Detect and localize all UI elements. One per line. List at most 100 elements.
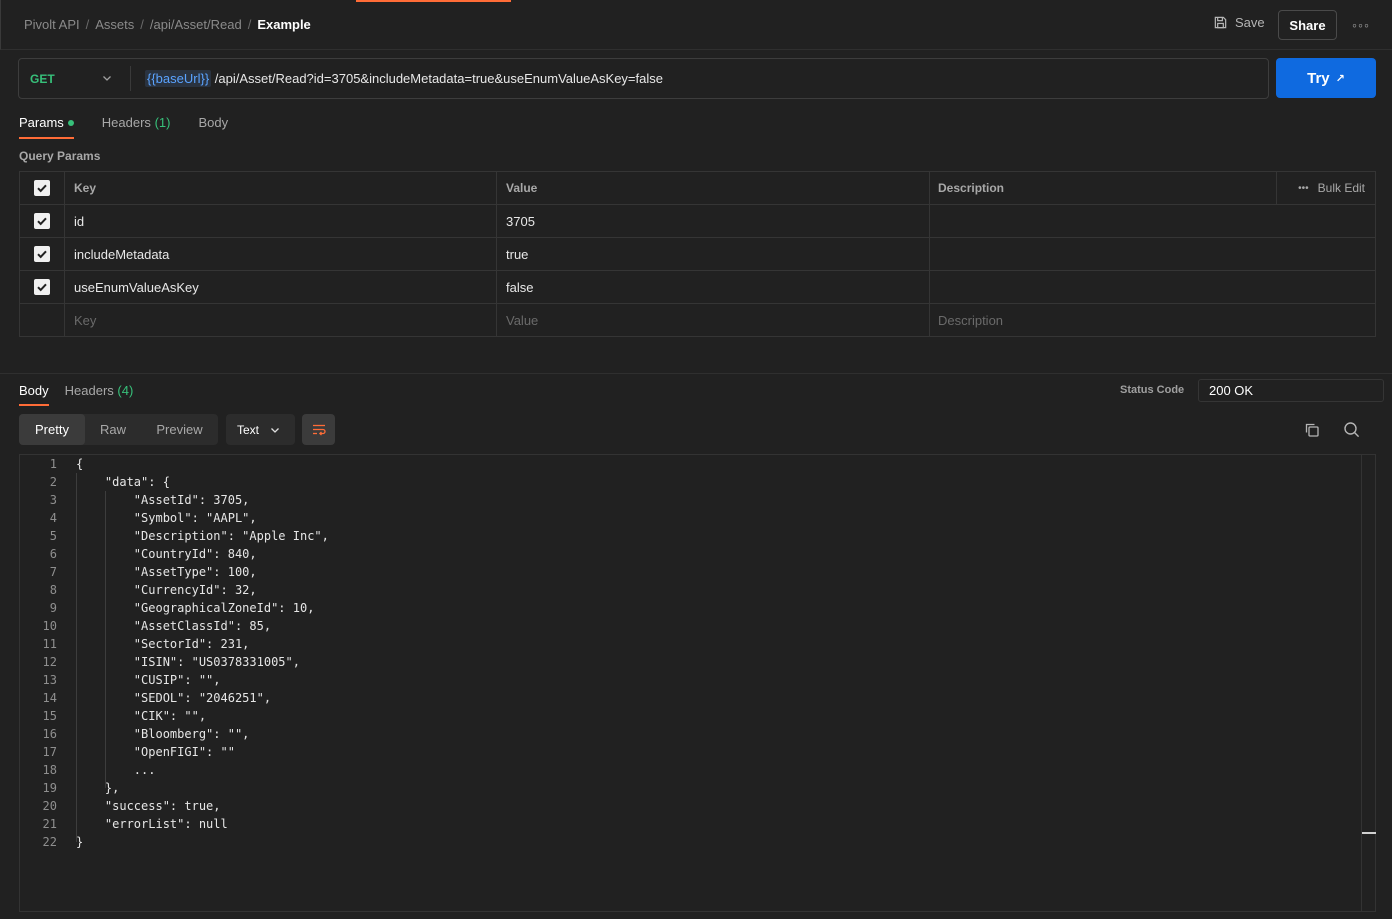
- bulk-edit-button[interactable]: ••• Bulk Edit: [1276, 172, 1375, 204]
- tab-headers[interactable]: Headers (1): [102, 115, 171, 139]
- param-key[interactable]: useEnumValueAsKey: [65, 271, 497, 303]
- tab-body[interactable]: Body: [198, 115, 228, 139]
- param-key[interactable]: includeMetadata: [65, 238, 497, 270]
- check-icon: [37, 184, 47, 193]
- select-all-checkbox[interactable]: [34, 180, 50, 196]
- code-content[interactable]: { "data": { "AssetId": 3705, "Symbol": "…: [76, 455, 329, 851]
- code-line: "Description": "Apple Inc",: [76, 529, 329, 543]
- param-check-cell: [20, 238, 65, 270]
- view-mode-group: Pretty Raw Preview: [19, 414, 218, 445]
- line-number: 20: [42, 799, 57, 813]
- scrollbar-track[interactable]: [1361, 455, 1362, 911]
- method-select[interactable]: GET: [19, 59, 130, 98]
- response-body-viewer[interactable]: 1 2 3 4 5 6 7 8 9 10 11 12 13 14 15 16 17 18 19 20 21 22 { "d…: [19, 454, 1376, 912]
- line-number-gutter: 1 2 3 4 5 6 7 8 9 10 11 12 13 14 15 16 17 18 19 20 21 22: [20, 455, 66, 851]
- tab-params[interactable]: Params: [19, 115, 74, 139]
- line-number: 18: [42, 763, 57, 777]
- view-pretty-button[interactable]: Pretty: [19, 414, 85, 445]
- scrollbar-thumb[interactable]: [1362, 832, 1376, 834]
- format-select[interactable]: Text: [226, 414, 295, 445]
- response-tab-body[interactable]: Body: [19, 383, 49, 406]
- param-check-cell: [20, 271, 65, 303]
- param-description[interactable]: [930, 205, 1375, 237]
- breadcrumb-item-folder[interactable]: Assets: [95, 17, 134, 32]
- chevron-down-icon: [103, 76, 111, 81]
- param-description[interactable]: [930, 271, 1375, 303]
- share-button[interactable]: Share: [1278, 10, 1337, 40]
- code-line: "AssetId": 3705,: [76, 493, 250, 507]
- line-number: 15: [42, 709, 57, 723]
- status-code-field[interactable]: 200 OK: [1198, 379, 1384, 402]
- params-header-row: Key Value Description ••• Bulk Edit: [20, 172, 1375, 205]
- save-label: Save: [1235, 15, 1265, 30]
- code-line: "AssetClassId": 85,: [76, 619, 272, 633]
- line-number: 8: [49, 583, 57, 597]
- view-preview-button[interactable]: Preview: [141, 414, 218, 445]
- breadcrumb-item-request[interactable]: /api/Asset/Read: [150, 17, 242, 32]
- request-tabs: Params Headers (1) Body: [19, 115, 256, 139]
- line-number: 11: [42, 637, 57, 651]
- param-checkbox[interactable]: [34, 246, 50, 262]
- search-icon[interactable]: [1343, 421, 1360, 438]
- code-line: "SEDOL": "2046251",: [76, 691, 272, 705]
- line-number: 13: [42, 673, 57, 687]
- line-number: 16: [42, 727, 57, 741]
- line-number: 3: [49, 493, 57, 507]
- line-number: 17: [42, 745, 57, 759]
- new-key-input[interactable]: Key: [65, 304, 497, 336]
- breadcrumb-item-collection[interactable]: Pivolt API: [24, 17, 80, 32]
- try-button[interactable]: Try ↗: [1276, 58, 1376, 98]
- status-code-label: Status Code: [1120, 384, 1185, 396]
- copy-icon[interactable]: [1304, 422, 1320, 438]
- code-line: "CIK": "",: [76, 709, 207, 723]
- save-button[interactable]: Save: [1213, 15, 1265, 30]
- url-input[interactable]: {{baseUrl}} /api/Asset/Read?id=3705&incl…: [145, 70, 663, 87]
- line-number: 7: [49, 565, 57, 579]
- param-value[interactable]: true: [497, 238, 930, 270]
- url-path: /api/Asset/Read?id=3705&includeMetadata=…: [211, 71, 663, 86]
- url-bar: GET {{baseUrl}} /api/Asset/Read?id=3705&…: [18, 58, 1269, 99]
- select-all-cell: [20, 172, 65, 204]
- line-number: 9: [49, 601, 57, 615]
- more-options-button[interactable]: ◦◦◦: [1350, 16, 1372, 34]
- line-number: 22: [42, 835, 57, 849]
- breadcrumb: Pivolt API / Assets / /api/Asset/Read / …: [24, 17, 311, 32]
- response-divider[interactable]: [0, 373, 1392, 374]
- code-line: },: [76, 781, 120, 795]
- method-label: GET: [30, 71, 55, 86]
- code-line: "GeographicalZoneId": 10,: [76, 601, 315, 615]
- param-check-cell: [20, 205, 65, 237]
- response-tab-headers[interactable]: Headers (4): [65, 383, 134, 406]
- format-label: Text: [237, 422, 260, 437]
- code-line: "Symbol": "AAPL",: [76, 511, 257, 525]
- line-number: 19: [42, 781, 57, 795]
- line-number: 21: [42, 817, 57, 831]
- code-line: "data": {: [76, 475, 170, 489]
- chevron-down-icon: [271, 427, 279, 433]
- param-checkbox[interactable]: [34, 213, 50, 229]
- breadcrumb-separator: /: [247, 17, 252, 32]
- param-checkbox[interactable]: [34, 279, 50, 295]
- params-table: Key Value Description ••• Bulk Edit id 3…: [19, 171, 1376, 337]
- params-active-dot: [67, 119, 74, 126]
- word-wrap-icon: [312, 424, 326, 435]
- indent-guide: [105, 491, 106, 788]
- breadcrumb-current[interactable]: Example: [257, 17, 310, 32]
- word-wrap-button[interactable]: [302, 414, 335, 445]
- line-number: 5: [49, 529, 57, 543]
- param-value[interactable]: false: [497, 271, 930, 303]
- code-line: "CUSIP": "",: [76, 673, 221, 687]
- param-value[interactable]: 3705: [497, 205, 930, 237]
- code-line: "success": true,: [76, 799, 221, 813]
- tab-params-label: Params: [19, 115, 64, 130]
- view-raw-button[interactable]: Raw: [85, 414, 141, 445]
- param-description[interactable]: [930, 238, 1375, 270]
- code-line: ...: [76, 763, 156, 777]
- response-tab-body-label: Body: [19, 383, 49, 398]
- line-number: 6: [49, 547, 57, 561]
- new-value-input[interactable]: Value: [497, 304, 930, 336]
- line-number: 12: [42, 655, 57, 669]
- param-key[interactable]: id: [65, 205, 497, 237]
- url-variable[interactable]: {{baseUrl}}: [145, 70, 212, 87]
- new-description-input[interactable]: Description: [930, 304, 1375, 336]
